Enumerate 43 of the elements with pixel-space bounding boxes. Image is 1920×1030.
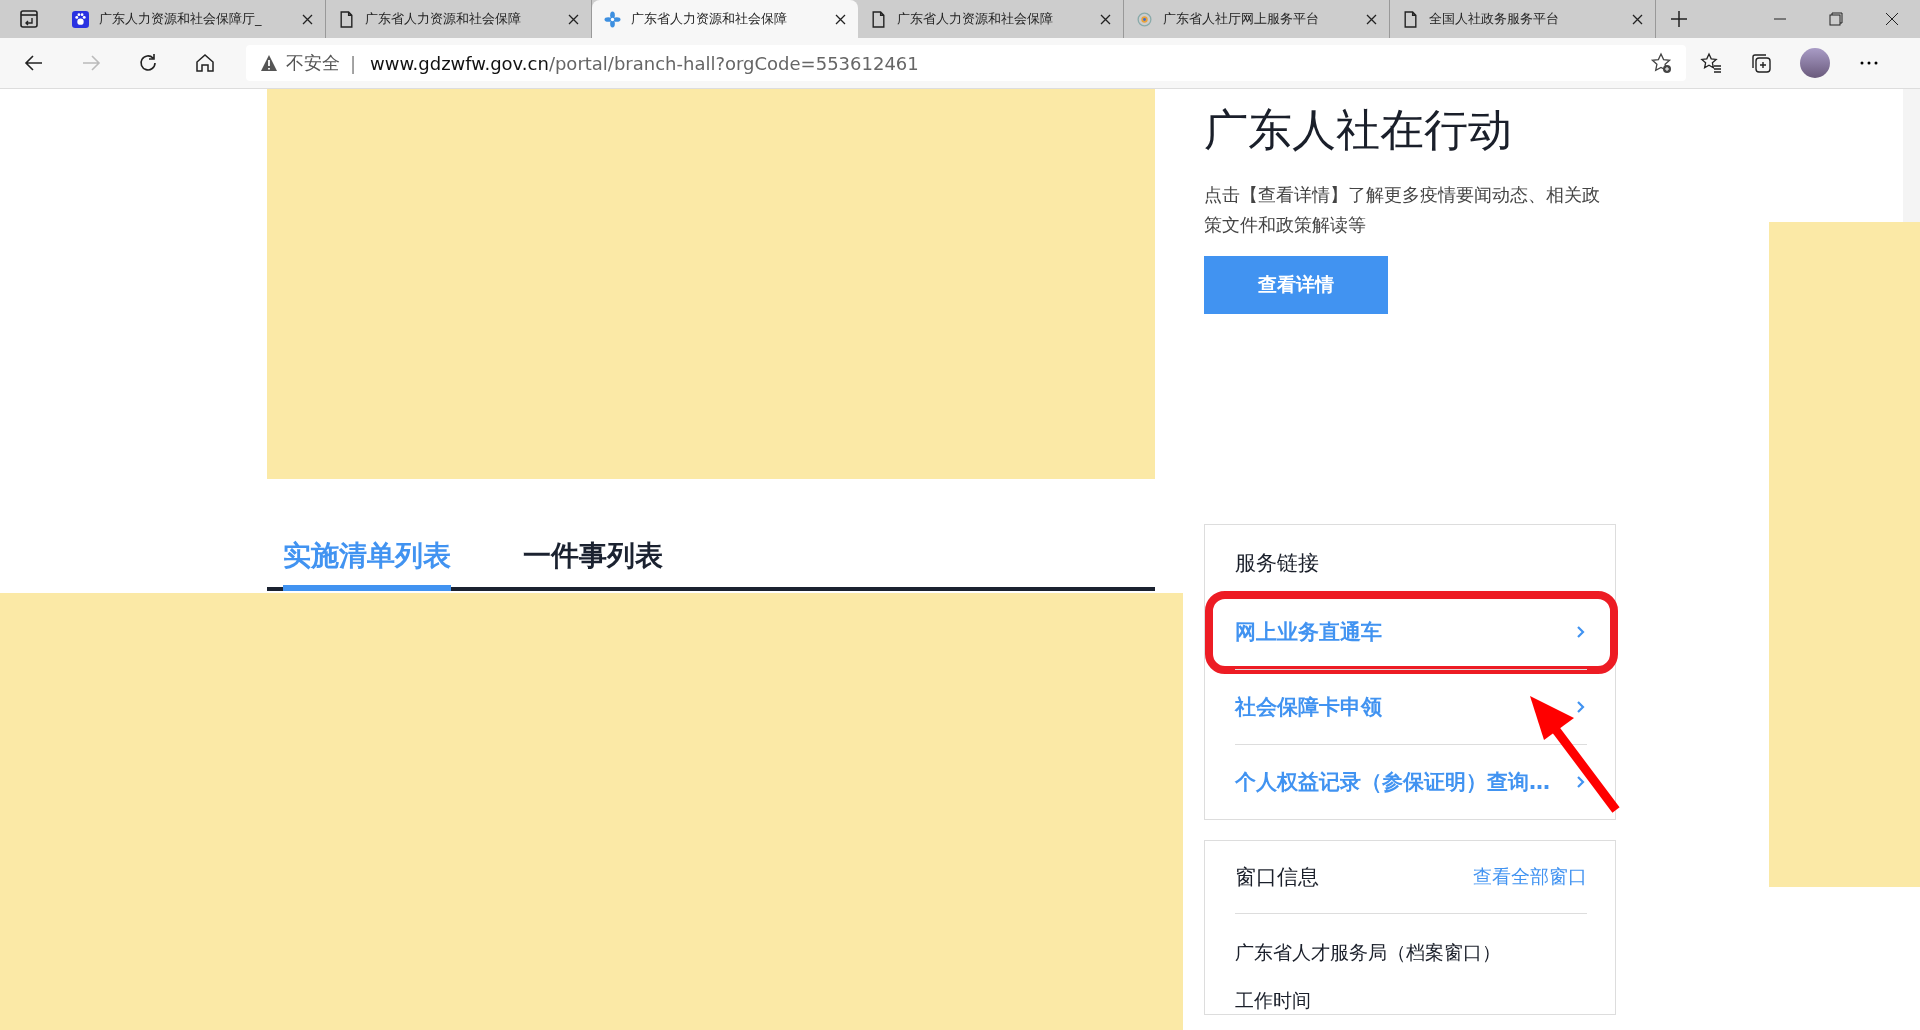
- tab-title: 广东省人力资源和社会保障: [631, 10, 788, 28]
- tab-title: 广东省人力资源和社会保障: [365, 10, 522, 28]
- warning-icon: [260, 54, 278, 72]
- home-icon[interactable]: [194, 52, 216, 74]
- favorites-icon[interactable]: [1700, 52, 1722, 74]
- flower-icon: [604, 10, 621, 28]
- hours-label: 工作时间: [1235, 988, 1312, 1013]
- tab-actions-icon[interactable]: [18, 8, 40, 30]
- paw-icon: [72, 10, 89, 28]
- card-title: 服务链接: [1235, 550, 1320, 577]
- tab-title: 广东省人社厅网上服务平台: [1163, 10, 1320, 28]
- chevron-icon: [1575, 624, 1587, 640]
- address-bar[interactable]: 不安全 | www.gdzwfw.gov.cn/portal/branch-hall?orgCode=553612461: [246, 45, 1686, 81]
- close-icon[interactable]: [1366, 13, 1377, 25]
- office-name: 广东省人才服务局（档案窗口）: [1235, 940, 1502, 965]
- tab-title: 广东人力资源和社会保障厅_: [99, 10, 263, 28]
- tab-title: 广东省人力资源和社会保障: [897, 10, 1054, 28]
- emblem-icon: [1136, 10, 1153, 28]
- security-label: 不安全: [286, 51, 340, 75]
- list-tab[interactable]: 一件事列表: [523, 537, 663, 591]
- page-icon: [870, 10, 887, 28]
- close-icon[interactable]: [1100, 13, 1111, 25]
- close-icon[interactable]: [1632, 13, 1643, 25]
- star-plus-icon[interactable]: [1650, 52, 1672, 74]
- promo-description: 点击【查看详情】了解更多疫情要闻动态、相关政策文件和政策解读等: [1204, 183, 1601, 237]
- separator: |: [350, 52, 357, 74]
- profile-avatar[interactable]: [1800, 48, 1830, 78]
- card-title: 窗口信息: [1235, 864, 1320, 891]
- page-icon: [338, 10, 355, 28]
- url-text: www.gdzwfw.gov.cn/portal/branch-hall?orgCode=553612461: [370, 52, 919, 74]
- refresh-icon[interactable]: [137, 52, 159, 74]
- chevron-icon: [1575, 699, 1587, 715]
- collections-icon[interactable]: [1750, 52, 1772, 74]
- plus-icon[interactable]: [1670, 10, 1688, 28]
- close-icon[interactable]: [835, 13, 846, 25]
- page-icon: [1402, 10, 1419, 28]
- promo-title: 广东人社在行动: [1204, 103, 1513, 157]
- chevron-icon: [1575, 774, 1587, 790]
- close-icon[interactable]: [568, 13, 579, 25]
- browser-tab[interactable]: 广东省人力资源和社会保障: [592, 0, 858, 38]
- tab-title: 全国人社政务服务平台: [1429, 10, 1560, 28]
- close-icon[interactable]: [302, 13, 313, 25]
- scrollbar[interactable]: [1903, 89, 1920, 222]
